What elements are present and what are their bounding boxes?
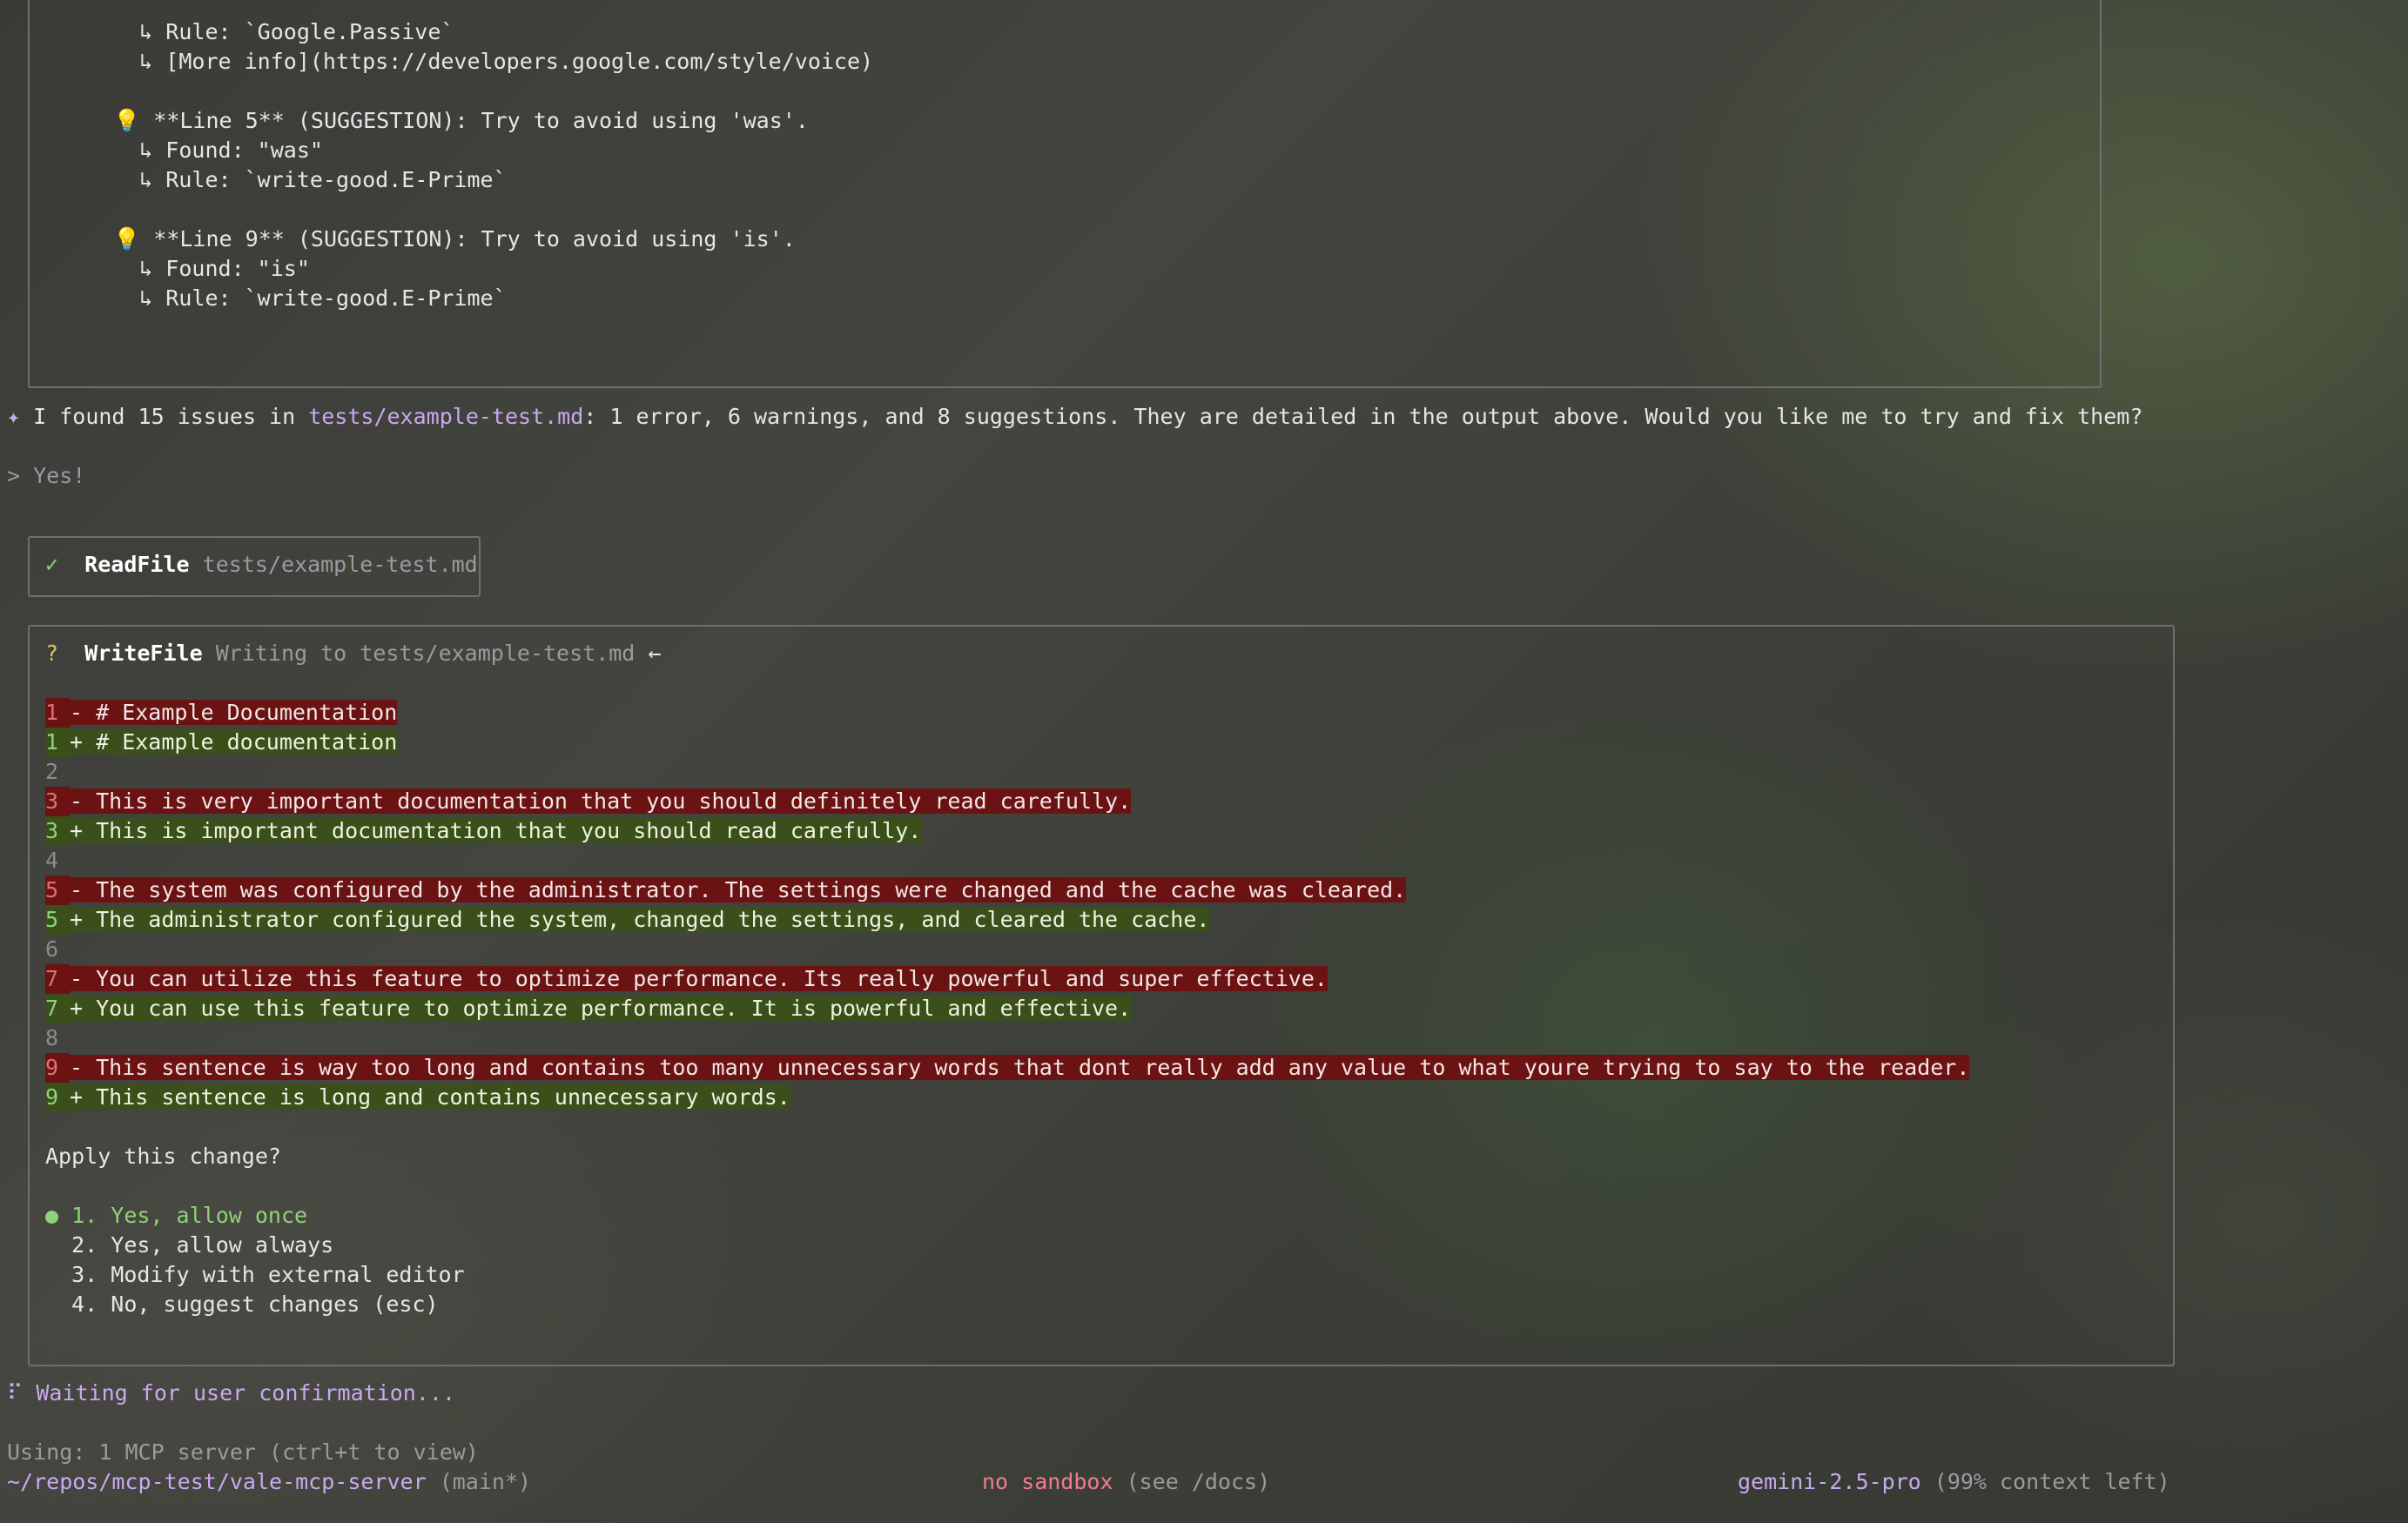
diff-line-add: 9 + This sentence is long and contains un…	[45, 1083, 790, 1112]
cwd-path: ~/repos/mcp-test/vale-mcp-server	[7, 1469, 427, 1494]
mcp-info: Using: 1 MCP server (ctrl+t to view)	[7, 1439, 479, 1465]
diff-line-del: 9- This sentence is way too long and con…	[45, 1053, 1970, 1083]
option-label: 1. Yes, allow once	[71, 1203, 308, 1228]
check-icon: ✓	[45, 552, 59, 577]
diff-line-number: 7	[45, 964, 70, 994]
diff-line-ctx: 6	[45, 935, 70, 964]
status-line: ⠏ Waiting for user confirmation...	[7, 1379, 455, 1408]
assistant-message: ✦ I found 15 issues in tests/example-tes…	[7, 402, 2142, 432]
diff-line-number: 9	[45, 1083, 70, 1112]
prompt-icon: >	[7, 463, 21, 488]
diff-line-number: 3	[45, 816, 70, 846]
footer-path: ~/repos/mcp-test/vale-mcp-server (main*)	[7, 1467, 531, 1497]
git-branch: (main*)	[439, 1469, 532, 1494]
diff-line-number: 7	[45, 994, 70, 1023]
diff-line-add: 5 + The administrator configured the syst…	[45, 905, 1210, 935]
question-icon: ?	[45, 641, 59, 666]
diff-line-number: 5	[45, 876, 70, 905]
previous-output-line: ↳ Found: "is"	[87, 256, 310, 281]
arrow-left-icon: ←	[648, 641, 662, 666]
diff-line-text: + This is important documentation that y…	[70, 818, 922, 843]
diff-line-del: 1- # Example Documentation	[45, 698, 398, 728]
confirm-option-4[interactable]: 4. No, suggest changes (esc)	[45, 1290, 439, 1319]
file-link[interactable]: tests/example-test.md	[308, 404, 583, 429]
model-name: gemini-2.5-pro	[1738, 1469, 1921, 1494]
confirm-option-2[interactable]: 2. Yes, allow always	[45, 1231, 333, 1260]
diff-line-ctx: 8	[45, 1023, 70, 1053]
diff-line-del: 3- This is very important documentation …	[45, 787, 1132, 816]
selection-bullet-icon	[45, 1292, 58, 1317]
diff-line-text: - This is very important documentation t…	[70, 788, 1132, 814]
previous-output-line: ↳ [More info](https://developers.google.…	[87, 49, 874, 74]
readfile-tool-arg: tests/example-test.md	[202, 552, 478, 577]
diff-line-add: 7 + You can use this feature to optimize …	[45, 994, 1132, 1023]
diff-line-number: 8	[45, 1025, 59, 1050]
readfile-tool-name: ReadFile	[84, 552, 190, 577]
user-message: > Yes!	[7, 461, 85, 491]
option-label: 4. No, suggest changes (esc)	[71, 1292, 439, 1317]
selection-bullet-icon: ●	[45, 1203, 59, 1228]
diff-line-text: + This sentence is long and contains unn…	[70, 1084, 790, 1110]
spinner-icon: ⠏	[7, 1380, 24, 1406]
footer-sandbox: no sandbox (see /docs)	[982, 1467, 1270, 1497]
diff-line-number: 4	[45, 848, 59, 873]
diff-line-number: 5	[45, 905, 70, 935]
diff-line-text: - The system was configured by the admin…	[70, 877, 1407, 902]
writefile-tool-arg: Writing to tests/example-test.md	[215, 641, 636, 666]
previous-output-line: ↳ Found: "was"	[87, 138, 323, 163]
previous-output-line: 💡 **Line 5** (SUGGESTION): Try to avoid …	[87, 108, 809, 133]
diff-line-text: + The administrator configured the syste…	[70, 907, 1210, 932]
diff-line-del: 5- The system was configured by the admi…	[45, 876, 1407, 905]
diff-line-number: 1	[45, 698, 70, 728]
diff-line-text: + You can use this feature to optimize p…	[70, 996, 1132, 1021]
assistant-text-before: I found 15 issues in	[33, 404, 309, 429]
diff-line-text: - # Example Documentation	[70, 700, 398, 725]
user-message-text: Yes!	[33, 463, 86, 488]
selection-bullet-icon	[45, 1262, 58, 1287]
confirm-option-1[interactable]: ● 1. Yes, allow once	[45, 1201, 307, 1231]
writefile-tool-name: WriteFile	[84, 641, 203, 666]
previous-output-line: 💡 **Line 9** (SUGGESTION): Try to avoid …	[87, 226, 796, 252]
context-left: (99% context left)	[1934, 1469, 2170, 1494]
diff-line-number: 6	[45, 936, 59, 962]
writefile-tool-header: ? WriteFile Writing to tests/example-tes…	[45, 639, 661, 668]
option-label: 3. Modify with external editor	[71, 1262, 465, 1287]
option-label: 2. Yes, allow always	[71, 1232, 334, 1258]
assistant-text-after: : 1 error, 6 warnings, and 8 suggestions…	[583, 404, 2143, 429]
diff-line-add: 1 + # Example documentation	[45, 728, 398, 757]
diff-line-number: 1	[45, 728, 70, 757]
previous-output-line: ↳ Rule: `write-good.E-Prime`	[87, 167, 507, 192]
diff-line-del: 7- You can utilize this feature to optim…	[45, 964, 1328, 994]
footer-model: gemini-2.5-pro (99% context left)	[1738, 1467, 2170, 1497]
diff-line-add: 3 + This is important documentation that …	[45, 816, 922, 846]
diff-line-ctx: 4	[45, 846, 70, 876]
status-text: Waiting for user confirmation...	[36, 1380, 456, 1406]
diff-line-text: + # Example documentation	[70, 729, 398, 755]
diff-line-text: - This sentence is way too long and cont…	[70, 1055, 1970, 1080]
diff-line-number: 9	[45, 1053, 70, 1083]
sandbox-status: no sandbox	[982, 1469, 1113, 1494]
sandbox-hint: (see /docs)	[1126, 1469, 1271, 1494]
diff-line-text: - You can utilize this feature to optimi…	[70, 966, 1328, 991]
sparkle-icon: ✦	[7, 404, 21, 429]
readfile-tool-header: ✓ ReadFile tests/example-test.md	[45, 550, 478, 580]
apply-question: Apply this change?	[45, 1144, 281, 1169]
previous-output-line: ↳ Rule: `Google.Passive`	[87, 19, 454, 44]
diff-line-number: 2	[45, 759, 59, 784]
selection-bullet-icon	[45, 1232, 58, 1258]
confirm-option-3[interactable]: 3. Modify with external editor	[45, 1260, 465, 1290]
diff-line-ctx: 2	[45, 757, 70, 787]
previous-output-line: ↳ Rule: `write-good.E-Prime`	[87, 285, 507, 311]
diff-line-number: 3	[45, 787, 70, 816]
